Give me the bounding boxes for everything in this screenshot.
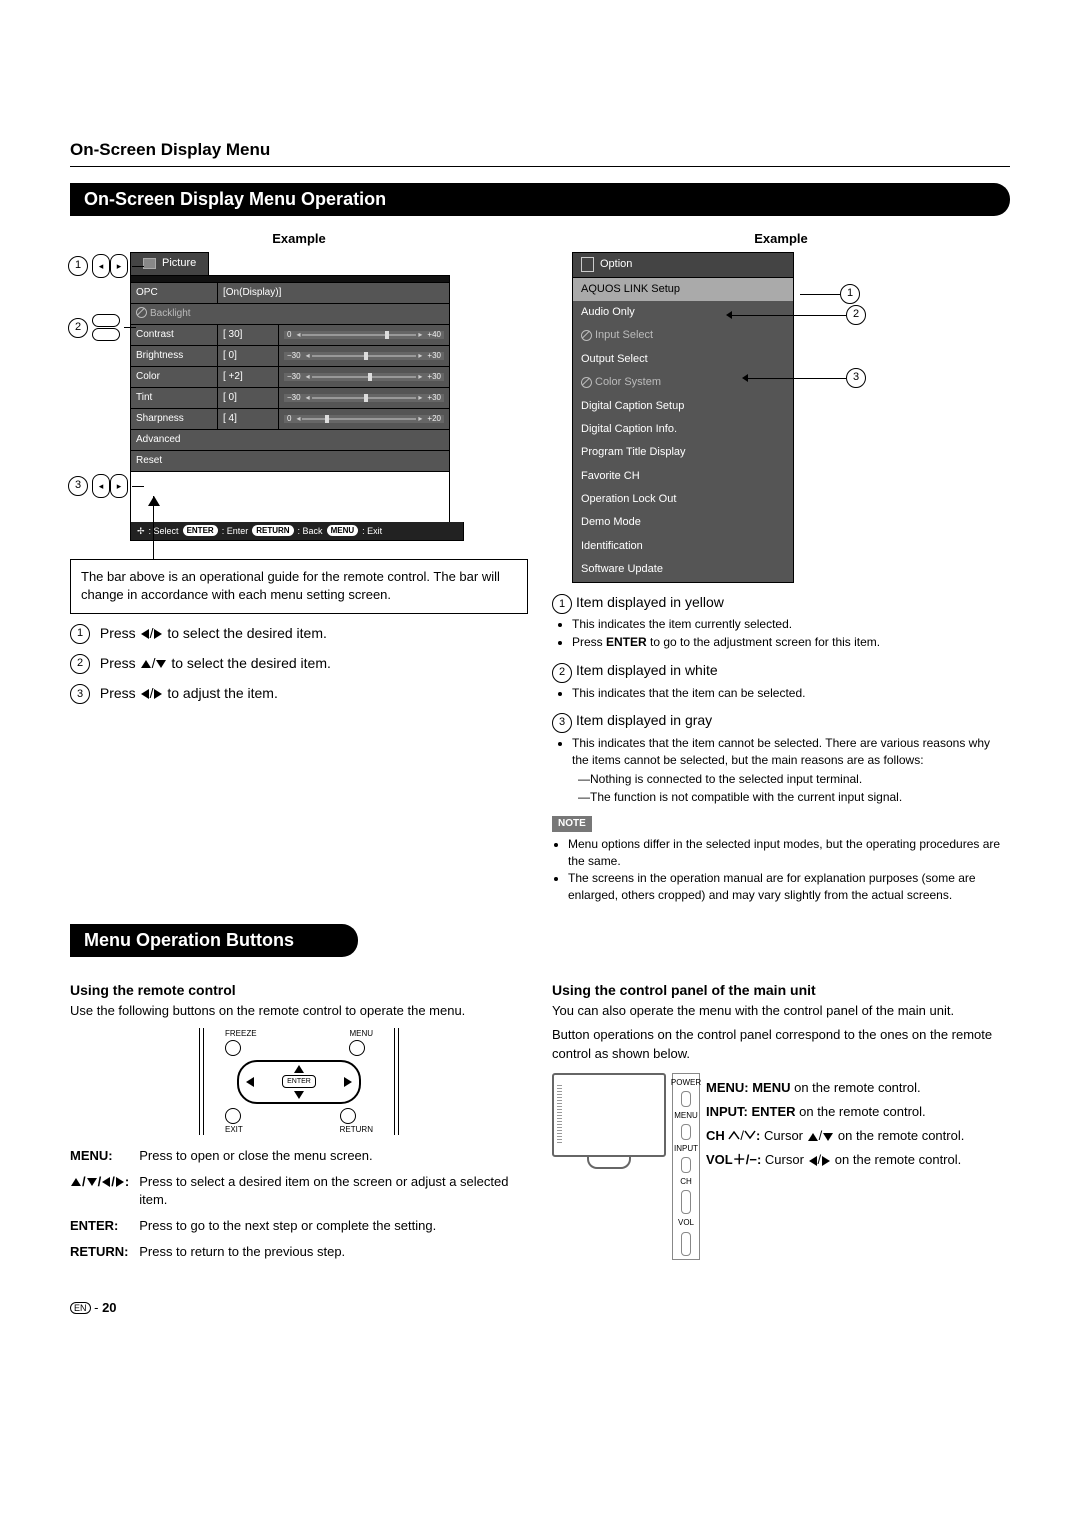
left-arrow-icon [141, 629, 149, 639]
list-item: Software Update [573, 558, 793, 581]
desc-yellow-heading: 1Item displayed in yellow [552, 593, 1010, 615]
breadcrumb: On-Screen Display Menu [70, 140, 1010, 160]
ch-down-icon [744, 1130, 756, 1140]
list-item: Input Select [573, 324, 793, 347]
divider [70, 166, 1010, 167]
desc-white-heading: 2Item displayed in white [552, 661, 1010, 683]
callout-1-icon: 1 [68, 256, 88, 276]
right-arrow-icon [154, 629, 162, 639]
prohibit-icon [581, 377, 592, 388]
table-row: Color [ +2] −30◂▸+30 [131, 366, 450, 387]
table-row: Brightness [ 0] −30◂▸+30 [131, 345, 450, 366]
remote-heading: Using the remote control [70, 981, 528, 1001]
option-menu-example: Option AQUOS LINK Setup Audio Only Input… [572, 252, 794, 582]
dpad-icon: ENTER [237, 1060, 361, 1104]
return-button-icon [340, 1108, 356, 1124]
left-button-icon: ◂ [92, 474, 110, 498]
list-item: Digital Caption Info. [573, 418, 793, 441]
ch-panel-button-icon [681, 1190, 691, 1214]
callout-3-icon: 3 [68, 476, 88, 496]
menu-button-icon [349, 1040, 365, 1056]
down-arrow-icon [156, 660, 166, 668]
list-item: Identification [573, 535, 793, 558]
list-item: Program Title Display [573, 441, 793, 464]
right-button-icon: ▸ [110, 254, 128, 278]
prohibit-icon [136, 307, 147, 318]
list-item: Digital Caption Setup [573, 395, 793, 418]
step-3: 3 Press / to adjust the item. [70, 684, 528, 704]
callout-3-icon: 3 [846, 368, 866, 388]
example-label: Example [552, 230, 1010, 248]
input-panel-button-icon [681, 1157, 691, 1173]
section-heading-osd-operation: On-Screen Display Menu Operation [70, 183, 1010, 216]
list-item: Operation Lock Out [573, 488, 793, 511]
list-item: Favorite CH [573, 465, 793, 488]
note-label: NOTE [552, 816, 592, 832]
picture-menu-example: 1 ◂ ▸ 2 3 [130, 252, 528, 541]
enter-button-icon: ENTER [282, 1075, 316, 1089]
picture-settings-table: OPC [On(Display)] Backlight Contrast [ 3… [130, 275, 450, 472]
right-button-icon: ▸ [110, 474, 128, 498]
list-item: Demo Mode [573, 511, 793, 534]
vol-panel-button-icon [681, 1232, 691, 1256]
remote-buttons-table: MENU:Press to open or close the menu scr… [70, 1143, 528, 1266]
picture-tab-icon [143, 258, 156, 269]
up-button-icon [92, 314, 120, 327]
table-row: Sharpness [ 4] 0◂▸+20 [131, 408, 450, 429]
remote-diagram: FREEZE MENU ENTER EXIT RETURN [199, 1028, 399, 1134]
table-row: Tint [ 0] −30◂▸+30 [131, 387, 450, 408]
left-button-icon: ◂ [92, 254, 110, 278]
callout-1-icon: 1 [840, 284, 860, 304]
option-icon [581, 257, 594, 272]
up-arrow-icon [141, 660, 151, 668]
section-heading-menu-buttons: Menu Operation Buttons [70, 924, 358, 957]
desc-gray-heading: 3Item displayed in gray [552, 711, 1010, 733]
step-2: 2 Press / to select the desired item. [70, 654, 528, 674]
guide-box: The bar above is an operational guide fo… [70, 559, 528, 613]
left-arrow-icon [141, 689, 149, 699]
callout-2-icon: 2 [846, 305, 866, 325]
down-button-icon [92, 328, 120, 341]
prohibit-icon [581, 330, 592, 341]
page-number: EN - 20 [70, 1300, 1010, 1315]
ch-up-icon [728, 1130, 740, 1140]
remote-para: Use the following buttons on the remote … [70, 1002, 528, 1020]
power-button-icon [681, 1091, 691, 1107]
freeze-button-icon [225, 1040, 241, 1056]
exit-button-icon [225, 1108, 241, 1124]
dpad-icon: ✢ [137, 525, 145, 538]
example-label: Example [70, 230, 528, 248]
panel-heading: Using the control panel of the main unit [552, 981, 1010, 1001]
right-arrow-icon [154, 689, 162, 699]
step-1: 1 Press / to select the desired item. [70, 624, 528, 644]
menu-footer-guide: ✢: Select ENTER: Enter RETURN: Back MENU… [130, 522, 464, 542]
tv-panel-diagram: POWER MENU INPUT CH VOL MENU: MENU on th… [552, 1073, 1010, 1260]
table-row: Contrast [ 30] 0◂▸+40 [131, 324, 450, 345]
list-item: AQUOS LINK Setup [573, 278, 793, 301]
menu-panel-button-icon [681, 1124, 691, 1140]
callout-2-icon: 2 [68, 318, 88, 338]
